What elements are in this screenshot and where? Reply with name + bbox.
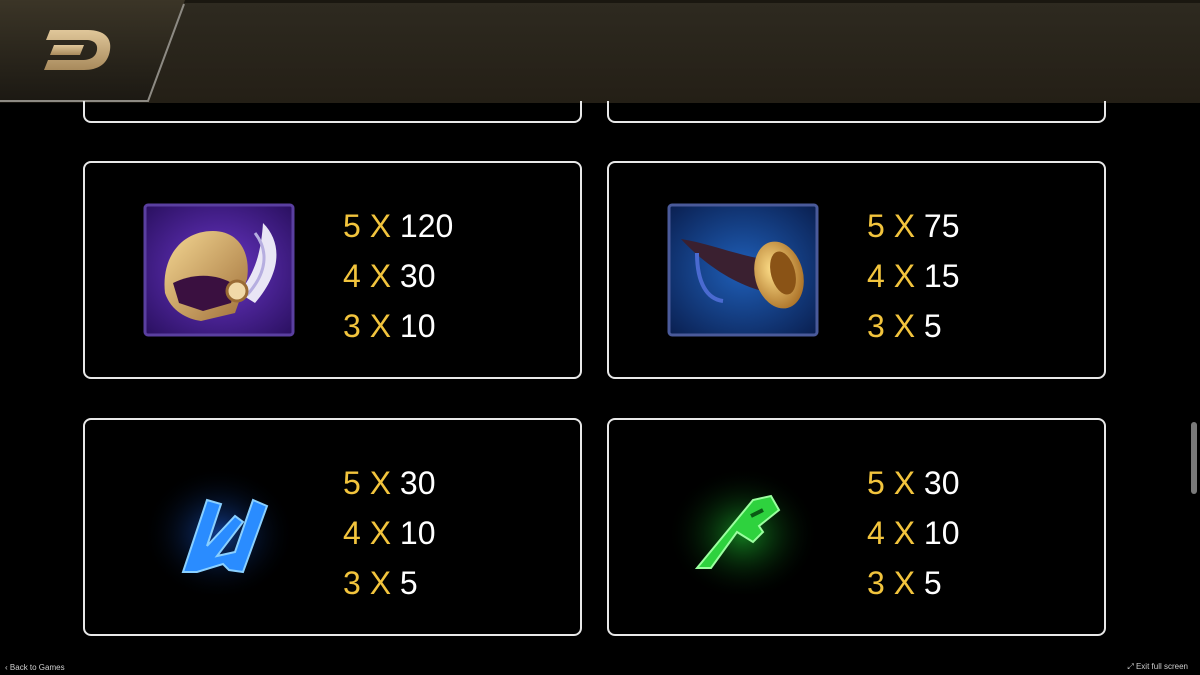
payout-list: 5 X 30 4 X 10 3 X 5 <box>867 458 960 608</box>
horn-icon <box>667 203 819 337</box>
payout-row: 3 X 5 <box>343 565 418 601</box>
payout-row: 3 X 5 <box>867 565 942 601</box>
payout-row: 5 X 30 <box>867 465 960 501</box>
green-rune-icon <box>667 460 819 594</box>
payout-list: 5 X 75 4 X 15 3 X 5 <box>867 201 960 351</box>
payout-list: 5 X 120 4 X 30 3 X 10 <box>343 201 453 351</box>
winged-helmet-icon <box>143 203 295 337</box>
paytable-card-green-rune: 5 X 30 4 X 10 3 X 5 <box>607 418 1106 636</box>
payout-row: 5 X 30 <box>343 465 436 501</box>
back-to-games-label: Back to Games <box>9 663 65 672</box>
back-to-games-link[interactable]: ‹ Back to Games <box>5 663 65 672</box>
D-logo-icon[interactable] <box>40 28 112 72</box>
paytable-card-partial-right <box>607 101 1106 123</box>
chevron-left-icon: ‹ <box>5 663 8 672</box>
exit-full-screen-link[interactable]: ⤢ Exit full screen <box>1127 662 1188 672</box>
paytable-card-partial-left <box>83 101 582 123</box>
paytable-card-horn: 5 X 75 4 X 15 3 X 5 <box>607 161 1106 379</box>
payout-row: 4 X 10 <box>343 515 436 551</box>
exit-fullscreen-icon: ⤢ <box>1127 662 1134 671</box>
exit-full-screen-label: Exit full screen <box>1135 662 1188 671</box>
blue-rune-icon <box>143 460 295 594</box>
payout-row: 5 X 120 <box>343 208 454 244</box>
scrollbar-thumb[interactable] <box>1191 422 1197 494</box>
payout-row: 4 X 10 <box>867 515 960 551</box>
payout-row: 4 X 30 <box>343 258 436 294</box>
payout-list: 5 X 30 4 X 10 3 X 5 <box>343 458 436 608</box>
paytable-card-helmet: 5 X 120 4 X 30 3 X 10 <box>83 161 582 379</box>
payout-row: 5 X 75 <box>867 208 960 244</box>
payout-row: 3 X 10 <box>343 308 436 344</box>
payout-row: 3 X 5 <box>867 308 942 344</box>
paytable-card-blue-rune: 5 X 30 4 X 10 3 X 5 <box>83 418 582 636</box>
payout-row: 4 X 15 <box>867 258 960 294</box>
